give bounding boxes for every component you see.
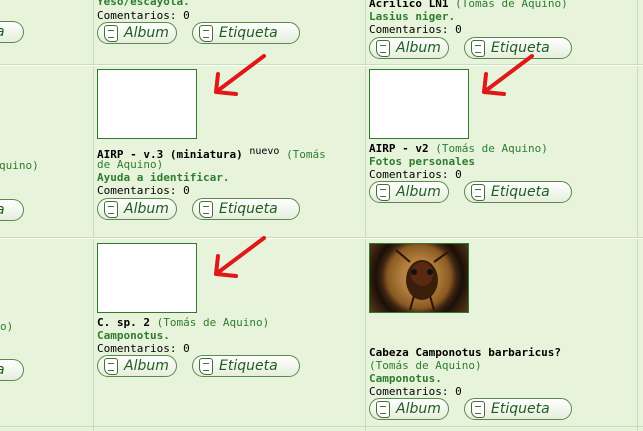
album-icon xyxy=(376,400,390,418)
etiqueta-button[interactable]: Etiqueta xyxy=(192,198,300,220)
album-button[interactable]: Album xyxy=(97,22,177,44)
album-icon xyxy=(376,183,390,201)
author-link[interactable]: de Aquino) xyxy=(97,158,163,171)
author-link[interactable]: (Tomás xyxy=(286,148,326,161)
tag-icon xyxy=(199,357,213,375)
etiqueta-button-label: a xyxy=(0,24,5,40)
comments-count: Comentarios: 0 xyxy=(369,385,462,398)
author-link[interactable]: quino) xyxy=(0,159,39,172)
etiqueta-button[interactable]: Etiqueta xyxy=(464,181,572,203)
album-subtitle[interactable]: Lasius niger. xyxy=(369,10,455,23)
tag-icon xyxy=(199,24,213,42)
row-divider xyxy=(0,238,643,239)
etiqueta-button-label: a xyxy=(0,202,5,218)
etiqueta-button-label: Etiqueta xyxy=(491,184,550,200)
ant-head-photo-thumbnail[interactable] xyxy=(369,243,469,313)
album-subtitle[interactable]: Camponotus. xyxy=(369,372,442,385)
album-title[interactable]: AIRP - v2 xyxy=(369,142,429,155)
etiqueta-button-label: Etiqueta xyxy=(219,25,278,41)
album-button-label: Album xyxy=(396,401,441,417)
etiqueta-button[interactable]: Etiqueta xyxy=(192,22,300,44)
album-button[interactable]: Album xyxy=(369,37,449,59)
etiqueta-button[interactable]: a xyxy=(0,21,24,43)
author-link[interactable]: (Tomás de Aquino) xyxy=(157,316,270,329)
album-button[interactable]: Album xyxy=(369,181,449,203)
album-button-label: Album xyxy=(124,201,169,217)
etiqueta-button-label: Etiqueta xyxy=(491,401,550,417)
author-link[interactable]: o) xyxy=(0,320,13,333)
etiqueta-button[interactable]: a xyxy=(0,359,24,381)
tag-icon xyxy=(471,183,485,201)
red-arrow-annotation xyxy=(214,236,266,278)
comments-count: Comentarios: 0 xyxy=(97,342,190,355)
comments-count: Comentarios: 0 xyxy=(369,23,462,36)
album-button[interactable]: Album xyxy=(97,355,177,377)
album-thumbnail[interactable] xyxy=(369,69,469,139)
red-arrow-annotation xyxy=(482,54,534,96)
tag-icon xyxy=(199,200,213,218)
album-button-label: Album xyxy=(124,358,169,374)
album-title[interactable]: Cabeza Camponotus barbaricus? xyxy=(369,346,561,359)
etiqueta-button-label: a xyxy=(0,362,5,378)
red-arrow-annotation xyxy=(214,54,266,96)
album-button[interactable]: Album xyxy=(97,198,177,220)
album-thumbnail[interactable] xyxy=(97,69,197,139)
etiqueta-button[interactable]: a xyxy=(0,199,24,221)
album-subtitle[interactable]: Ayuda a identificar. xyxy=(97,171,229,184)
album-thumbnail[interactable] xyxy=(97,243,197,313)
row-divider xyxy=(0,65,643,66)
album-button-label: Album xyxy=(396,40,441,56)
album-button-label: Album xyxy=(396,184,441,200)
album-subtitle[interactable]: Yeso/escayola. xyxy=(97,0,190,8)
tag-icon xyxy=(471,400,485,418)
new-badge: nuevo xyxy=(249,146,280,157)
comments-count: Comentarios: 0 xyxy=(369,168,462,181)
album-caption: C. sp. 2 (Tomás de Aquino) xyxy=(97,316,269,329)
row-divider xyxy=(0,426,643,427)
etiqueta-button[interactable]: Etiqueta xyxy=(464,398,572,420)
album-title[interactable]: Acrilico LN1 xyxy=(369,0,448,10)
album-icon xyxy=(104,24,118,42)
author-link[interactable]: (Tomás de Aquino) xyxy=(435,142,548,155)
album-icon xyxy=(376,39,390,57)
ant-head-picture xyxy=(395,249,449,311)
author-link[interactable]: (Tomás de Aquino) xyxy=(369,359,482,372)
album-subtitle[interactable]: Fotos personales xyxy=(369,155,475,168)
comments-count: Comentarios: 0 xyxy=(97,9,190,22)
etiqueta-button[interactable]: Etiqueta xyxy=(192,355,300,377)
album-icon xyxy=(104,200,118,218)
album-subtitle[interactable]: Camponotus. xyxy=(97,329,170,342)
author-link[interactable]: (Tomás de Aquino) xyxy=(455,0,568,10)
album-caption: AIRP - v2 (Tomás de Aquino) xyxy=(369,142,548,155)
album-button[interactable]: Album xyxy=(369,398,449,420)
etiqueta-button-label: Etiqueta xyxy=(219,201,278,217)
album-button-label: Album xyxy=(124,25,169,41)
comments-count: Comentarios: 0 xyxy=(97,184,190,197)
etiqueta-button-label: Etiqueta xyxy=(219,358,278,374)
album-title[interactable]: C. sp. 2 xyxy=(97,316,150,329)
album-icon xyxy=(104,357,118,375)
album-caption: Acrilico LN1 (Tomás de Aquino) xyxy=(369,0,568,10)
